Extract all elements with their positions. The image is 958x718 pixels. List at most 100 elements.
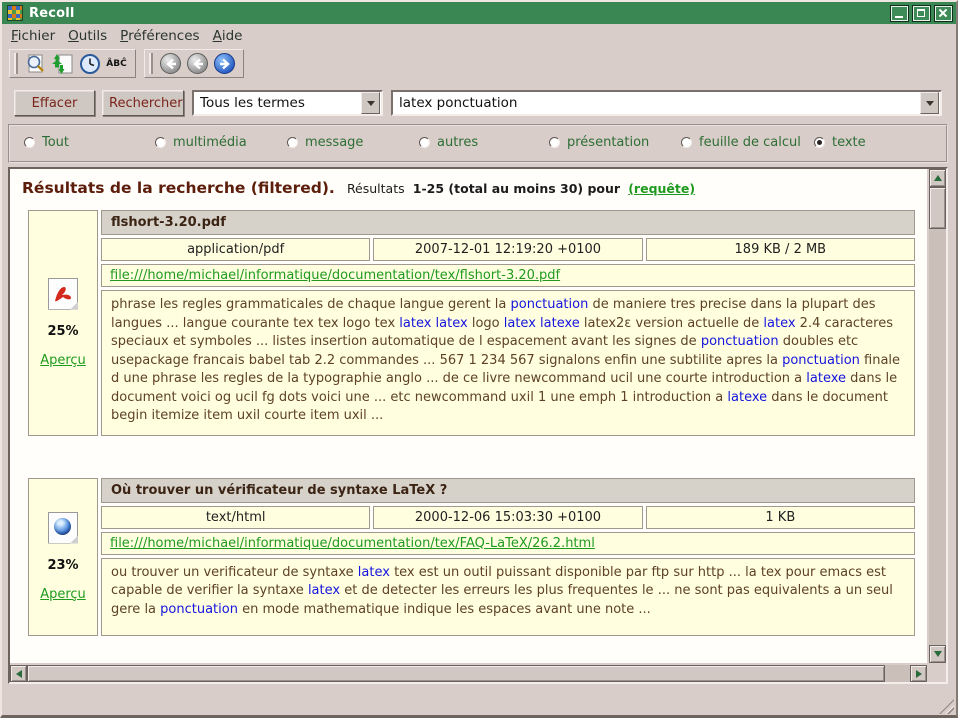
snippet-text: en mode mathematique indique les espaces… xyxy=(238,602,651,617)
query-link[interactable]: (requête) xyxy=(628,181,695,196)
result-url-cell: file:///home/michael/informatique/docume… xyxy=(101,532,915,555)
scroll-up-button[interactable] xyxy=(929,169,946,187)
window-title: Recoll xyxy=(29,6,75,21)
result-url-link[interactable]: file:///home/michael/informatique/docume… xyxy=(110,536,595,551)
search-mode-dropdown-button[interactable] xyxy=(361,92,380,114)
query-dropdown-button[interactable] xyxy=(920,92,939,114)
radio-autres[interactable]: autres xyxy=(419,135,478,150)
menu-preferences[interactable]: Préférences xyxy=(120,28,199,44)
maximize-button[interactable] xyxy=(912,5,931,22)
menu-aide[interactable]: Aide xyxy=(213,28,243,44)
horizontal-scrollbar-thumb[interactable] xyxy=(27,665,885,682)
globe-icon xyxy=(54,518,71,535)
highlighted-term: latex latexe xyxy=(504,316,580,331)
highlighted-term: ponctuation xyxy=(160,602,238,617)
snippet-text: logo xyxy=(468,316,504,331)
menu-outils[interactable]: Outils xyxy=(68,28,107,44)
result-snippet: ou trouver un verificateur de syntaxe la… xyxy=(101,558,915,636)
result-mime-type: text/html xyxy=(101,506,370,529)
search-mode-select[interactable]: Tous les termes xyxy=(192,90,383,116)
minimize-button[interactable] xyxy=(890,5,909,22)
term-explorer-button[interactable]: ÂBĈ xyxy=(103,51,130,76)
radio-icon xyxy=(814,137,825,148)
radio-tout[interactable]: Tout xyxy=(24,135,69,150)
results-title: Résultats de la recherche (filtered). xyxy=(22,179,335,197)
minimize-icon xyxy=(895,16,903,18)
results-count-prefix: Résultats xyxy=(347,181,405,196)
arrow-right-icon xyxy=(214,53,235,74)
highlighted-term: latex latex xyxy=(399,316,467,331)
results-header: Résultats de la recherche (filtered). Ré… xyxy=(22,179,921,197)
document-type-icon xyxy=(48,278,78,310)
first-page-button[interactable] xyxy=(157,51,184,76)
toolbar-grip[interactable] xyxy=(14,53,18,74)
clear-button[interactable]: Effacer xyxy=(14,90,95,116)
result-side-panel: 23% Aperçu xyxy=(28,478,98,636)
result-title[interactable]: Où trouver un vérificateur de syntaxe La… xyxy=(101,478,915,503)
toolbar-grip-nav[interactable] xyxy=(149,53,153,74)
radio-icon xyxy=(419,137,430,148)
result-meta-row: text/html 2000-12-06 15:03:30 +0100 1 KB xyxy=(101,506,915,529)
search-button[interactable]: Rechercher xyxy=(102,90,184,116)
highlighted-term: latex xyxy=(358,565,390,580)
radio-presentation[interactable]: présentation xyxy=(549,135,649,150)
radio-icon xyxy=(681,137,692,148)
history-button[interactable] xyxy=(76,51,103,76)
toolbar-group-main: ÂBĈ xyxy=(9,49,136,78)
search-input[interactable] xyxy=(393,94,919,112)
radio-texte[interactable]: texte xyxy=(814,135,866,150)
recoll-app-icon xyxy=(7,5,23,21)
relevance-percent: 25% xyxy=(47,324,78,339)
close-button[interactable] xyxy=(934,5,953,22)
preview-link[interactable]: Aperçu xyxy=(40,353,86,368)
scroll-down-button[interactable] xyxy=(929,645,946,663)
highlighted-term: ponctuation xyxy=(701,334,779,349)
results-view: Résultats de la recherche (filtered). Ré… xyxy=(10,169,927,663)
sort-button[interactable] xyxy=(49,51,76,76)
category-filter-panel: Tout multimédia message autres présentat… xyxy=(8,124,948,163)
result-date: 2007-12-01 12:19:20 +0100 xyxy=(373,238,642,261)
highlighted-term: ponctuation xyxy=(511,297,589,312)
highlighted-term: latexe xyxy=(727,390,767,405)
result-url-cell: file:///home/michael/informatique/docume… xyxy=(101,264,915,287)
chevron-down-icon xyxy=(367,101,375,106)
toolbar: ÂBĈ xyxy=(2,47,956,80)
result-url-link[interactable]: file:///home/michael/informatique/docume… xyxy=(110,268,560,283)
result-item: 25% Aperçu flshort-3.20.pdf application/… xyxy=(28,210,915,436)
window-titlebar[interactable]: Recoll xyxy=(2,2,956,24)
results-count-range: 1-25 (total au moins 30) pour xyxy=(413,181,620,196)
document-magnifier-icon xyxy=(25,53,47,75)
result-main: flshort-3.20.pdf application/pdf 2007-12… xyxy=(101,210,915,436)
triangle-right-icon xyxy=(916,670,922,678)
highlighted-term: latexe xyxy=(806,371,846,386)
vertical-scrollbar[interactable] xyxy=(929,169,946,663)
search-mode-value: Tous les termes xyxy=(194,95,360,111)
triangle-down-icon xyxy=(934,651,942,657)
result-side-panel: 25% Aperçu xyxy=(28,210,98,436)
radio-icon xyxy=(155,137,166,148)
new-query-button[interactable] xyxy=(22,51,49,76)
snippet-text: ou trouver un verificateur de syntaxe xyxy=(111,565,358,580)
prev-page-button[interactable] xyxy=(184,51,211,76)
result-meta-row: application/pdf 2007-12-01 12:19:20 +010… xyxy=(101,238,915,261)
scroll-right-button[interactable] xyxy=(910,665,927,682)
radio-message[interactable]: message xyxy=(287,135,363,150)
menu-bar: Fichier Outils Préférences Aide xyxy=(2,24,956,47)
result-title[interactable]: flshort-3.20.pdf xyxy=(101,210,915,235)
result-main: Où trouver un vérificateur de syntaxe La… xyxy=(101,478,915,636)
horizontal-scrollbar[interactable] xyxy=(10,665,927,682)
next-page-button[interactable] xyxy=(211,51,238,76)
scroll-left-button[interactable] xyxy=(10,665,27,682)
triangle-left-icon xyxy=(16,670,22,678)
radio-multimedia[interactable]: multimédia xyxy=(155,135,247,150)
results-list: 25% Aperçu flshort-3.20.pdf application/… xyxy=(20,210,921,636)
radio-icon xyxy=(287,137,298,148)
snippet-text: latex2ε version actuelle de xyxy=(580,316,764,331)
menu-fichier[interactable]: Fichier xyxy=(11,28,55,44)
radio-feuille-de-calcul[interactable]: feuille de calcul xyxy=(681,135,801,150)
vertical-scrollbar-thumb[interactable] xyxy=(929,187,946,229)
snippet-text: phrase les regles grammaticales de chaqu… xyxy=(111,297,511,312)
result-snippet: phrase les regles grammaticales de chaqu… xyxy=(101,290,915,436)
maximize-icon xyxy=(917,9,925,17)
preview-link[interactable]: Aperçu xyxy=(40,587,86,602)
